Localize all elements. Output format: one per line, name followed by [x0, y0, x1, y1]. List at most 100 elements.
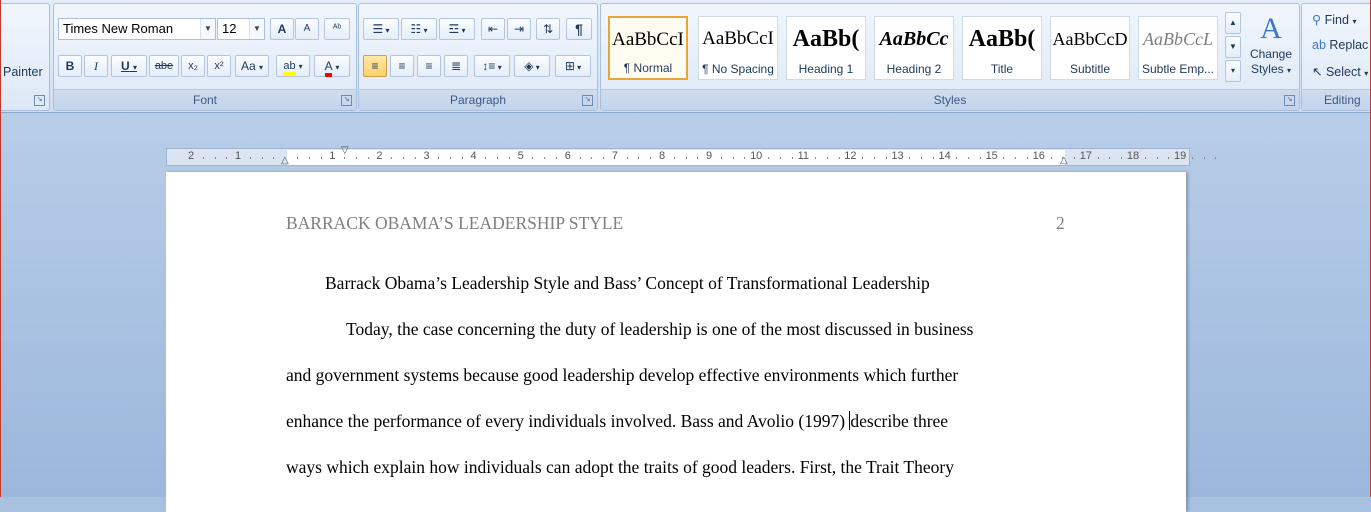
ruler-tick-label: 8 — [658, 150, 666, 162]
select-button[interactable]: ↖ Select ▾ — [1312, 64, 1368, 79]
superscript-button[interactable]: x² — [207, 55, 231, 77]
ruler-tick — [838, 157, 840, 159]
ruler-tick — [697, 157, 699, 159]
change-styles-icon: A — [1260, 12, 1282, 45]
grow-font-icon: A — [277, 22, 287, 36]
style-sample: AaBb( — [792, 26, 860, 52]
align-center-button[interactable]: ≡ — [390, 55, 414, 77]
shading-button[interactable]: ◈ ▾ — [514, 55, 550, 77]
ruler-tick — [685, 157, 687, 159]
strikethrough-button[interactable]: abe — [149, 55, 179, 77]
font-color-button[interactable]: A ▾ — [314, 55, 350, 77]
page-number: 2 — [1056, 213, 1065, 233]
clipboard-dialog-launcher[interactable]: ↘ — [34, 95, 45, 106]
show-formatting-button[interactable]: ¶ — [566, 18, 592, 40]
subscript-button[interactable]: x₂ — [181, 55, 205, 77]
ruler-tick — [214, 157, 216, 159]
borders-button[interactable]: ⊞ ▾ — [555, 55, 591, 77]
style-sample: AaBb( — [968, 26, 1036, 52]
select-label: Select — [1325, 65, 1361, 79]
align-left-button[interactable]: ≡ — [363, 55, 387, 77]
justify-button[interactable]: ≣ — [444, 55, 468, 77]
paragraph-dialog-launcher[interactable]: ↘ — [582, 95, 593, 106]
font-name-combo[interactable]: Times New Roman ▼ — [58, 18, 216, 40]
ruler-tick — [1050, 157, 1052, 159]
chevron-down-icon[interactable]: ▼ — [200, 19, 215, 39]
grow-font-button[interactable]: A — [270, 18, 294, 40]
change-case-button[interactable]: Aa ▾ — [235, 55, 269, 77]
style-name: Subtitle — [1069, 62, 1111, 76]
ruler-tick — [885, 157, 887, 159]
styles-more-button[interactable]: ▾ — [1225, 60, 1241, 82]
bullets-button[interactable]: ☰ ▾ — [363, 18, 399, 40]
ruler-tick-label: 7 — [611, 150, 618, 162]
style-heading-1[interactable]: AaBb( Heading 1 — [786, 16, 866, 80]
chevron-down-icon[interactable]: ▼ — [249, 19, 264, 39]
style-subtitle[interactable]: AaBbCcD Subtitle — [1050, 16, 1130, 80]
ruler-tick — [1156, 157, 1158, 159]
align-right-button[interactable]: ≡ — [417, 55, 441, 77]
change-case-icon: Aa — [240, 59, 256, 73]
font-dialog-launcher[interactable]: ↘ — [341, 95, 352, 106]
ruler-tick — [1109, 157, 1111, 159]
decrease-indent-button[interactable]: ⇤ — [481, 18, 505, 40]
multilevel-list-button[interactable]: ☲ ▾ — [439, 18, 475, 40]
horizontal-ruler[interactable]: 2 1 1 2 3 4 5 6 7 8 9 10 11 12 13 14 15 16 17 18 19 ▽ △ △ — [166, 145, 1217, 166]
ruler-tick — [638, 157, 640, 159]
line-spacing-button[interactable]: ↕≡ ▾ — [474, 55, 510, 77]
ruler-tick — [202, 157, 204, 159]
style-name: Subtle Emp... — [1141, 62, 1215, 76]
ruler-tick — [438, 157, 440, 159]
numbering-icon: ☷ — [410, 22, 422, 36]
styles-scroll-down-button[interactable]: ▼ — [1225, 36, 1241, 58]
multilevel-list-icon: ☲ — [448, 22, 460, 36]
more-icon: ▾ — [1230, 66, 1235, 75]
shrink-font-button[interactable]: A — [295, 18, 319, 40]
style-normal[interactable]: AaBbCcI ¶ Normal — [608, 16, 688, 80]
left-indent-marker[interactable]: △ — [281, 155, 289, 166]
change-styles-button[interactable]: A Change Styles ▾ — [1246, 12, 1296, 90]
change-styles-label: Change — [1249, 47, 1293, 61]
replace-button[interactable]: ab Replac — [1312, 38, 1368, 52]
ruler-tick — [791, 157, 793, 159]
clear-formatting-button[interactable]: ᴬᵇ — [324, 18, 350, 40]
change-styles-label-2: Styles — [1250, 62, 1284, 76]
ruler-tick — [1203, 157, 1205, 159]
style-no-spacing[interactable]: AaBbCcI ¶ No Spacing — [698, 16, 778, 80]
right-indent-marker[interactable]: △ — [1060, 155, 1068, 166]
italic-button[interactable]: I — [84, 55, 108, 77]
ruler-tick-label: 6 — [564, 150, 571, 162]
find-button[interactable]: ⚲ Find ▾ — [1312, 12, 1356, 27]
ruler-tick-label: 3 — [423, 150, 430, 162]
underline-button[interactable]: U ▾ — [111, 55, 147, 77]
format-painter-button[interactable]: Painter — [3, 65, 43, 79]
styles-dialog-launcher[interactable]: ↘ — [1284, 95, 1295, 106]
ruler-tick-label: 17 — [1079, 150, 1093, 162]
style-heading-2[interactable]: AaBbCc Heading 2 — [874, 16, 954, 80]
increase-indent-button[interactable]: ⇥ — [507, 18, 531, 40]
ruler-tick — [1003, 157, 1005, 159]
first-line-indent-marker[interactable]: ▽ — [341, 145, 349, 156]
style-sample: AaBbCcI — [702, 28, 774, 49]
ruler-tick — [1191, 157, 1193, 159]
ruler-tick — [921, 157, 923, 159]
style-subtle-emphasis[interactable]: AaBbCcL Subtle Emp... — [1138, 16, 1218, 80]
borders-icon: ⊞ — [564, 59, 575, 73]
style-title[interactable]: AaBb( Title — [962, 16, 1042, 80]
justify-icon: ≣ — [450, 59, 462, 73]
styles-scroll-up-button[interactable]: ▲ — [1225, 12, 1241, 34]
ruler-tick — [779, 157, 781, 159]
bold-button[interactable]: B — [58, 55, 82, 77]
ruler-tick-label: 13 — [891, 150, 904, 162]
font-size-combo[interactable]: 12 ▼ — [217, 18, 265, 40]
highlight-button[interactable]: ab ▾ — [276, 55, 310, 77]
ruler-tick — [873, 157, 875, 159]
ruler-tick — [591, 157, 593, 159]
sort-button[interactable]: ⇅ — [536, 18, 560, 40]
numbering-button[interactable]: ☷ ▾ — [401, 18, 437, 40]
ruler-tick — [296, 157, 298, 159]
styles-group-label: Styles — [601, 89, 1299, 110]
ruler-tick — [556, 157, 558, 159]
document-page[interactable]: BARRACK OBAMA’S LEADERSHIP STYLE 2 Barra… — [166, 172, 1186, 512]
ruler-tick — [767, 157, 769, 159]
